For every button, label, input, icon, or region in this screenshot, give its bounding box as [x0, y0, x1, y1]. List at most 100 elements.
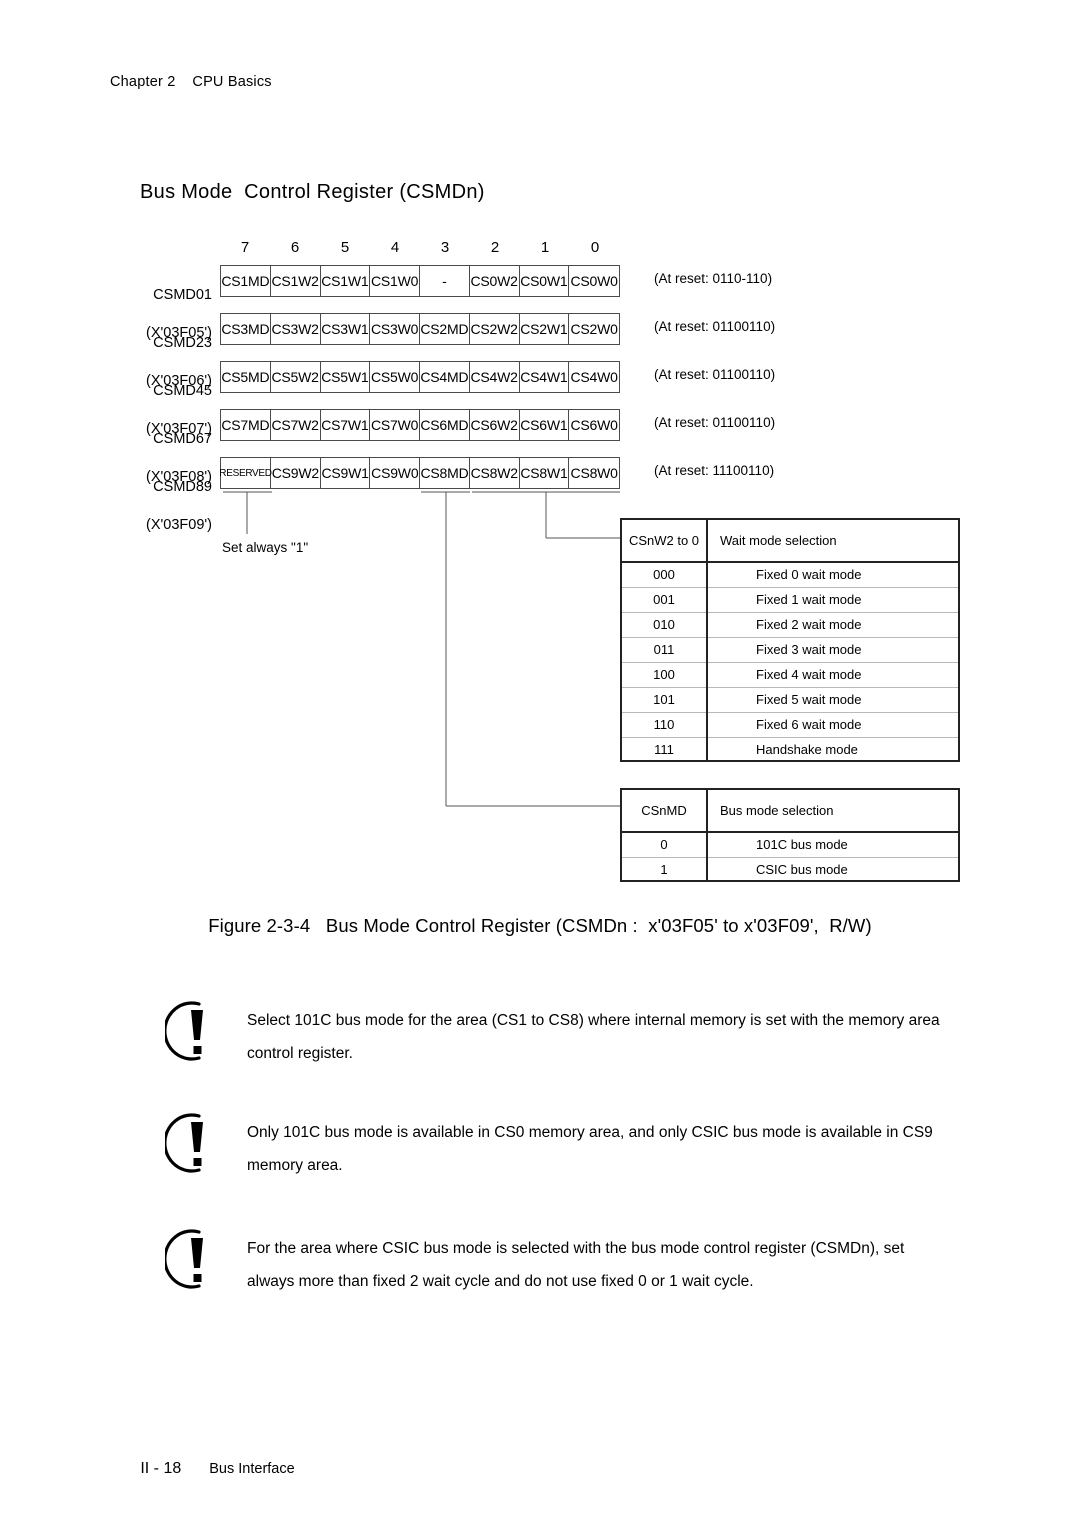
- bit-cell: CS0W2: [470, 266, 520, 296]
- bit-cell: CS6W2: [470, 410, 520, 440]
- wait-desc: Fixed 3 wait mode: [707, 637, 958, 663]
- wait-mode-selection-table: CSnW2 to 0 Wait mode selection 000 Fixed…: [620, 518, 960, 762]
- wait-desc: Fixed 4 wait mode: [707, 662, 958, 688]
- bit-cell: CS7W1: [321, 410, 371, 440]
- bit-cell: CS7MD: [221, 410, 271, 440]
- bit-index-header: 7 6 5 4 3 2 1 0: [220, 239, 620, 259]
- table-row: 010 Fixed 2 wait mode: [622, 612, 958, 638]
- bus-mode-selection-table: CSnMD Bus mode selection 0 101C bus mode…: [620, 788, 960, 882]
- bit-index-0: 0: [590, 239, 600, 256]
- bit-cell: -: [420, 266, 470, 296]
- wait-code: 101: [622, 687, 708, 713]
- bit-cell: CS4MD: [420, 362, 470, 392]
- register-row-csmd23: CSMD23 (X'03F06') CS3MD CS3W2 CS3W1 CS3W…: [0, 313, 1080, 389]
- bit-cell: CS3W0: [370, 314, 420, 344]
- bit-cell-reserved: RESERVED: [219, 458, 272, 488]
- bit-field-row: CS3MD CS3W2 CS3W1 CS3W0 CS2MD CS2W2 CS2W…: [220, 313, 620, 345]
- page-number: II - 18: [140, 1460, 182, 1477]
- table-header-row: CSnMD Bus mode selection: [622, 790, 958, 833]
- bit-field-row: CS1MD CS1W2 CS1W1 CS1W0 - CS0W2 CS0W1 CS…: [220, 265, 620, 297]
- bus-desc: CSIC bus mode: [756, 862, 848, 878]
- warning-icon: [165, 1229, 203, 1289]
- set-always-annotation: Set always "1": [222, 540, 309, 555]
- table-header-row: CSnW2 to 0 Wait mode selection: [622, 520, 958, 563]
- table-row: 0 101C bus mode: [622, 832, 958, 858]
- note-text: For the area where CSIC bus mode is sele…: [247, 1240, 905, 1290]
- wait-desc: Fixed 6 wait mode: [707, 712, 958, 738]
- bit-cell: CS7W0: [370, 410, 420, 440]
- register-label-csmd89: CSMD89 (X'03F09'): [100, 459, 212, 573]
- bit-cell: CS6MD: [420, 410, 470, 440]
- bit-cell: CS1W2: [271, 266, 321, 296]
- bit-index-2: 2: [490, 239, 500, 256]
- register-row-csmd67: CSMD67 (X'03F08') CS7MD CS7W2 CS7W1 CS7W…: [0, 409, 1080, 485]
- bus-code: 0: [622, 832, 708, 858]
- register-row-csmd45: CSMD45 (X'03F07') CS5MD CS5W2 CS5W1 CS5W…: [0, 361, 1080, 437]
- wait-code: 000: [622, 562, 708, 588]
- bit-index-1: 1: [540, 239, 550, 256]
- bit-cell: CS4W2: [470, 362, 520, 392]
- reset-value: (At reset: 01100110): [654, 319, 776, 334]
- table-row: 1 CSIC bus mode: [622, 857, 958, 882]
- bit-cell: CS8W2: [470, 458, 520, 488]
- bit-cell: CS5W2: [271, 362, 321, 392]
- table-row: 000 Fixed 0 wait mode: [622, 562, 958, 588]
- bit-cell: CS2W0: [570, 321, 618, 337]
- register-name: CSMD45: [153, 383, 212, 399]
- bit-field-row: CS7MD CS7W2 CS7W1 CS7W0 CS6MD CS6W2 CS6W…: [220, 409, 620, 441]
- bit-cell: CS0W1: [520, 266, 570, 296]
- bit-cell: CS4W1: [520, 362, 570, 392]
- wait-code: 011: [622, 637, 708, 663]
- bus-desc: 101C bus mode: [707, 832, 958, 858]
- bit-cell: CS2W2: [470, 314, 520, 344]
- bit-cell: CS2MD: [420, 314, 470, 344]
- table-row: 111 Handshake mode: [622, 737, 958, 762]
- bit-cell: CS3W1: [321, 314, 371, 344]
- wait-code: 110: [622, 712, 708, 738]
- bit-cell: CS9W1: [321, 458, 371, 488]
- register-name: CSMD89: [153, 479, 212, 495]
- column-header-desc: Bus mode selection: [707, 790, 958, 833]
- register-address: (X'03F09'): [146, 517, 212, 533]
- page-footer: II - 18 Bus Interface: [132, 1443, 294, 1478]
- wait-code: 001: [622, 587, 708, 613]
- bit-cell: CS5MD: [221, 362, 271, 392]
- bit-cell: CS7W2: [271, 410, 321, 440]
- column-header-code: CSnW2 to 0: [622, 520, 708, 563]
- reset-value: (At reset: 01100110): [654, 415, 776, 430]
- table-row: 100 Fixed 4 wait mode: [622, 662, 958, 688]
- reset-value: (At reset: 01100110): [654, 367, 776, 382]
- register-name: CSMD67: [153, 431, 212, 447]
- figure-caption: Figure 2-3-4 Bus Mode Control Register (…: [208, 915, 872, 936]
- reset-value: (At reset: 0110-110): [654, 271, 773, 286]
- column-header-code: CSnMD: [622, 790, 708, 833]
- wait-desc: Fixed 0 wait mode: [707, 562, 958, 588]
- bit-cell: CS1MD: [221, 266, 271, 296]
- bit-cell: CS0W0: [570, 273, 618, 289]
- register-figure: 7 6 5 4 3 2 1 0 CSMD01 (X'03F05') CS1MD …: [0, 0, 1080, 900]
- column-header-desc: Wait mode selection: [707, 520, 958, 563]
- bit-cell: CS9W0: [370, 458, 421, 488]
- register-row-csmd89: CSMD89 (X'03F09') RESERVED CS9W2 CS9W1 C…: [0, 457, 1080, 533]
- bit-cell: CS2W1: [520, 314, 570, 344]
- note-text: Select 101C bus mode for the area (CS1 t…: [247, 1012, 940, 1062]
- table-row: 011 Fixed 3 wait mode: [622, 637, 958, 663]
- wait-desc: Handshake mode: [756, 742, 858, 758]
- wait-code: 010: [622, 612, 708, 638]
- bit-cell: CS5W1: [321, 362, 371, 392]
- bit-cell: CS1W0: [370, 266, 420, 296]
- wait-desc: Fixed 1 wait mode: [707, 587, 958, 613]
- table-row: 001 Fixed 1 wait mode: [622, 587, 958, 613]
- bit-cell: CS1W1: [321, 266, 371, 296]
- wait-desc: Fixed 5 wait mode: [707, 687, 958, 713]
- wait-code: 100: [622, 662, 708, 688]
- register-name: CSMD23: [153, 335, 212, 351]
- table-row: 101 Fixed 5 wait mode: [622, 687, 958, 713]
- bit-index-7: 7: [240, 239, 250, 256]
- bus-code: 1: [622, 857, 708, 882]
- register-row-csmd01: CSMD01 (X'03F05') CS1MD CS1W2 CS1W1 CS1W…: [0, 265, 1080, 341]
- bit-cell: CS8MD: [420, 458, 470, 488]
- register-name: CSMD01: [153, 287, 212, 303]
- bit-index-3: 3: [440, 239, 450, 256]
- bit-cell: CS6W1: [520, 410, 570, 440]
